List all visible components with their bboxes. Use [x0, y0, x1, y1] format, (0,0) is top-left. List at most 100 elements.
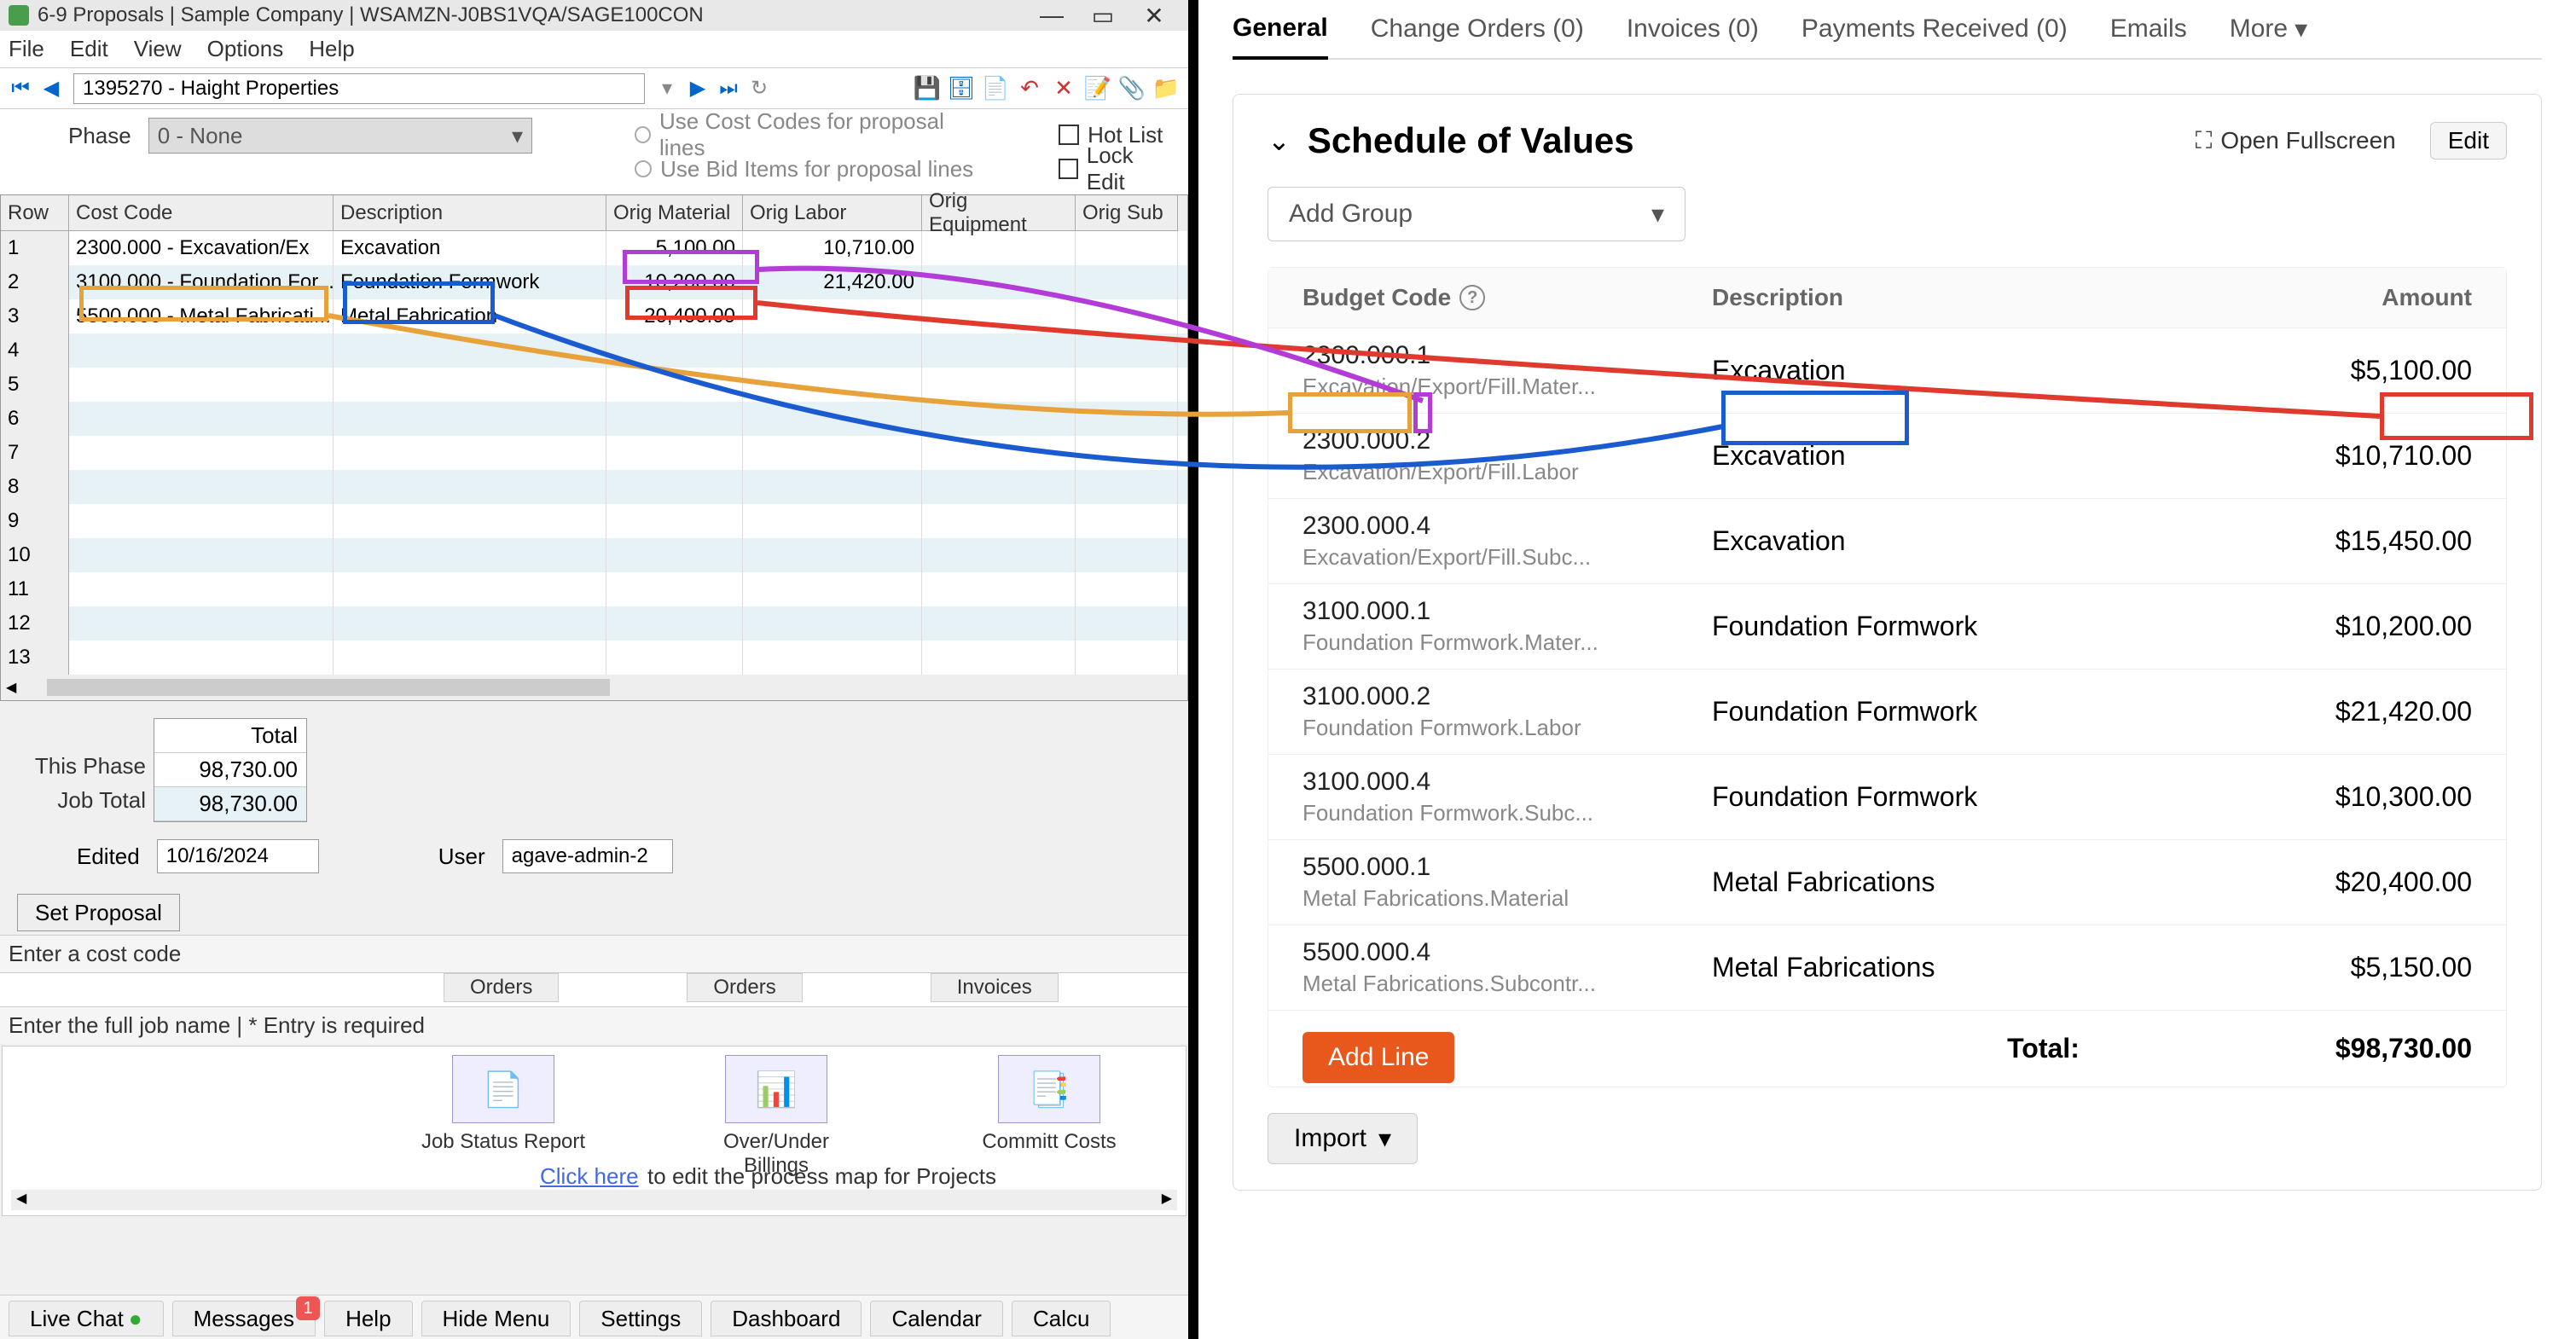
grid-row[interactable]: 1 2300.000 - Excavation/Ex Excavation 5,…	[1, 231, 1187, 265]
phase-select[interactable]: 0 - None ▾	[148, 118, 532, 154]
grid-row-empty[interactable]: 6	[1, 402, 1187, 436]
dropdown-icon[interactable]: ▾	[655, 77, 679, 101]
sov-row[interactable]: 2300.000.2Excavation/Export/Fill.Labor E…	[1268, 413, 2506, 498]
cell-orig-equipment[interactable]	[922, 231, 1076, 265]
col-cost-code[interactable]: Cost Code	[69, 195, 334, 231]
col-orig-equipment[interactable]: Orig Equipment	[922, 195, 1076, 231]
delete-icon[interactable]: ✕	[1050, 75, 1077, 102]
process-map-link[interactable]: Click here	[540, 1163, 639, 1190]
grid-row-empty[interactable]: 9	[1, 504, 1187, 538]
col-description[interactable]: Description	[334, 195, 606, 231]
attach-icon[interactable]: 📎	[1118, 75, 1146, 102]
cell-orig-labor[interactable]: 21,420.00	[743, 265, 922, 299]
user-field[interactable]: agave-admin-2	[502, 839, 673, 873]
tab-invoices[interactable]: Invoices (0)	[1627, 0, 1759, 59]
cell-orig-material[interactable]: 5,100.00	[606, 231, 743, 265]
import-button[interactable]: Import▾	[1268, 1113, 1418, 1164]
horizontal-scrollbar[interactable]: ◀	[1, 675, 1187, 700]
tile-invoices[interactable]: Invoices	[931, 973, 1059, 1002]
add-line-button[interactable]: Add Line	[1303, 1032, 1454, 1083]
proposals-grid[interactable]: Row Cost Code Description Orig Material …	[0, 194, 1188, 701]
tab-live-chat[interactable]: Live Chat●	[9, 1301, 164, 1336]
next-record-icon[interactable]: ▶	[686, 77, 710, 101]
save-icon[interactable]: 💾	[914, 75, 941, 102]
sov-row[interactable]: 3100.000.2Foundation Formwork.Labor Foun…	[1268, 669, 2506, 754]
radio-bid-items[interactable]: Use Bid Items for proposal lines	[635, 152, 973, 186]
cell-cost-code[interactable]: 5500.000 - Metal Fabricati...	[69, 299, 334, 333]
cell-orig-material[interactable]: 20,400.00	[606, 299, 743, 333]
tab-settings[interactable]: Settings	[579, 1301, 702, 1336]
cell-orig-labor[interactable]	[743, 299, 922, 333]
edited-field[interactable]: 10/16/2024	[157, 839, 319, 873]
menu-file[interactable]: File	[9, 36, 44, 62]
tab-payments[interactable]: Payments Received (0)	[1801, 0, 2068, 59]
set-proposal-button[interactable]: Set Proposal	[17, 894, 180, 931]
cell-orig-labor[interactable]: 10,710.00	[743, 231, 922, 265]
add-group-select[interactable]: Add Group ▾	[1268, 187, 1685, 241]
notes-icon[interactable]: 📝	[1084, 75, 1111, 102]
col-orig-labor[interactable]: Orig Labor	[743, 195, 922, 231]
grid-row-empty[interactable]: 7	[1, 436, 1187, 470]
sov-row[interactable]: 2300.000.1Excavation/Export/Fill.Mater..…	[1268, 328, 2506, 413]
tab-hide-menu[interactable]: Hide Menu	[421, 1301, 571, 1336]
sov-row[interactable]: 2300.000.4Excavation/Export/Fill.Subc...…	[1268, 498, 2506, 583]
tab-more[interactable]: More ▾	[2230, 0, 2307, 59]
copy-icon[interactable]: 📄	[982, 75, 1009, 102]
cell-orig-sub[interactable]	[1076, 265, 1178, 299]
tab-dashboard[interactable]: Dashboard	[711, 1301, 862, 1336]
cell-description[interactable]: Excavation	[334, 231, 606, 265]
tab-emails[interactable]: Emails	[2110, 0, 2187, 59]
refresh-icon[interactable]: ↻	[747, 77, 771, 101]
close-button[interactable]: ✕	[1128, 2, 1180, 30]
last-record-icon[interactable]: ⏭	[717, 77, 740, 101]
tab-messages[interactable]: Messages1	[172, 1301, 316, 1336]
grid-row-empty[interactable]: 8	[1, 470, 1187, 504]
pm-scrollbar[interactable]: ◀▶	[11, 1190, 1177, 1210]
prev-record-icon[interactable]: ◀	[39, 77, 63, 101]
grid-row[interactable]: 3 5500.000 - Metal Fabricati... Metal Fa…	[1, 299, 1187, 333]
cell-orig-sub[interactable]	[1076, 299, 1178, 333]
cell-description[interactable]: Foundation Formwork	[334, 265, 606, 299]
tab-calculator[interactable]: Calcu	[1012, 1301, 1111, 1336]
tab-help[interactable]: Help	[324, 1301, 412, 1336]
cell-cost-code[interactable]: 3100.000 - Foundation For...	[69, 265, 334, 299]
sov-edit-button[interactable]: Edit	[2430, 122, 2507, 159]
undo-icon[interactable]: ↶	[1016, 75, 1043, 102]
tab-general[interactable]: General	[1233, 0, 1328, 60]
save-new-icon[interactable]: 🗄	[948, 75, 975, 102]
folder-icon[interactable]: 📁	[1152, 75, 1180, 102]
grid-row-empty[interactable]: 5	[1, 368, 1187, 402]
col-orig-sub[interactable]: Orig Sub	[1076, 195, 1178, 231]
sov-row[interactable]: 3100.000.4Foundation Formwork.Subc... Fo…	[1268, 754, 2506, 839]
menu-options[interactable]: Options	[207, 36, 284, 62]
cell-orig-equipment[interactable]	[922, 299, 1076, 333]
cell-description[interactable]: Metal Fabrication	[334, 299, 606, 333]
cell-orig-sub[interactable]	[1076, 231, 1178, 265]
job-field[interactable]: 1395270 - Haight Properties	[73, 73, 645, 104]
minimize-button[interactable]: —	[1026, 2, 1077, 29]
menu-help[interactable]: Help	[309, 36, 354, 62]
menu-view[interactable]: View	[134, 36, 182, 62]
col-row[interactable]: Row	[1, 195, 69, 231]
check-lock-edit[interactable]: Lock Edit	[1059, 152, 1171, 186]
tile-orders-1[interactable]: Orders	[444, 973, 559, 1002]
grid-row-empty[interactable]: 12	[1, 606, 1187, 641]
sov-row[interactable]: 3100.000.1Foundation Formwork.Mater... F…	[1268, 583, 2506, 669]
open-fullscreen-button[interactable]: ⛶Open Fullscreen	[2196, 127, 2396, 155]
tile-orders-2[interactable]: Orders	[687, 973, 802, 1002]
grid-row-empty[interactable]: 10	[1, 538, 1187, 572]
first-record-icon[interactable]: ⏮	[9, 77, 32, 101]
radio-cost-codes[interactable]: Use Cost Codes for proposal lines	[635, 118, 973, 152]
grid-row[interactable]: 2 3100.000 - Foundation For... Foundatio…	[1, 265, 1187, 299]
grid-row-empty[interactable]: 13	[1, 641, 1187, 675]
col-orig-material[interactable]: Orig Material	[606, 195, 743, 231]
cell-orig-equipment[interactable]	[922, 265, 1076, 299]
collapse-icon[interactable]: ⌄	[1268, 125, 1291, 157]
maximize-button[interactable]: ▭	[1077, 2, 1128, 30]
tab-calendar[interactable]: Calendar	[870, 1301, 1003, 1336]
tab-change-orders[interactable]: Change Orders (0)	[1371, 0, 1584, 59]
grid-row-empty[interactable]: 11	[1, 572, 1187, 606]
cell-cost-code[interactable]: 2300.000 - Excavation/Ex	[69, 231, 334, 265]
cell-orig-material[interactable]: 10,200.00	[606, 265, 743, 299]
sov-row[interactable]: 5500.000.4Metal Fabrications.Subcontr...…	[1268, 925, 2506, 1010]
